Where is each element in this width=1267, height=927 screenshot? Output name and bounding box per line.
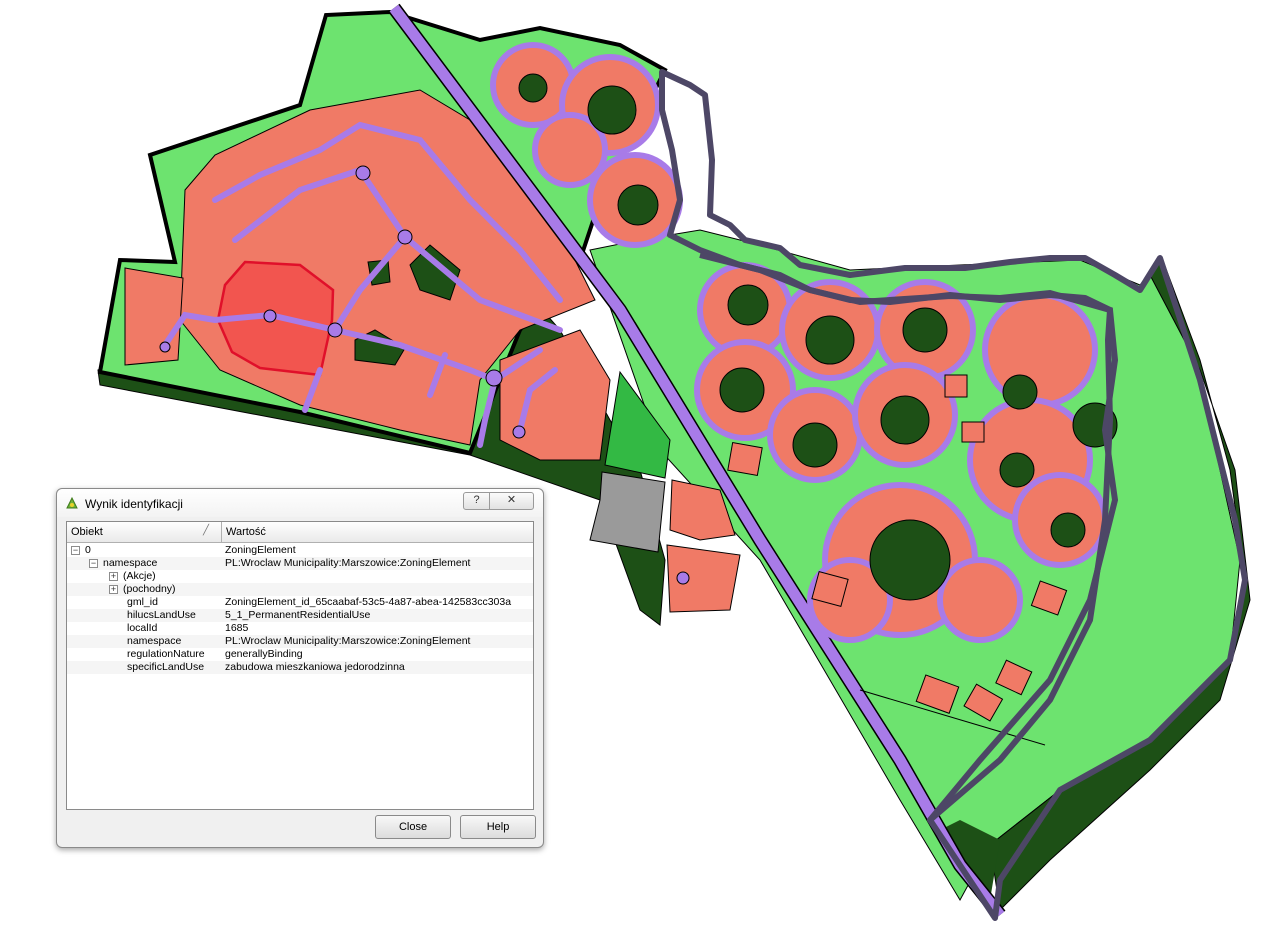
tree-row[interactable]: −0 ZoningElement (67, 544, 533, 557)
tree-row[interactable]: hilucsLandUse 5_1_PermanentResidentialUse (67, 609, 533, 622)
qgis-icon (66, 496, 78, 509)
tree-row[interactable]: specificLandUse zabudowa mieszkaniowa jed… (67, 661, 533, 674)
close-button[interactable]: Close (375, 815, 451, 839)
attribute-name: gml_id (127, 596, 158, 608)
collapse-icon[interactable]: − (71, 546, 80, 555)
attribute-name: specificLandUse (127, 661, 205, 673)
attribute-value: 1685 (225, 622, 249, 634)
column-header-object[interactable]: Obiekt ╱ (67, 522, 222, 542)
attribute-value: PL:Wroclaw Municipality:Marszowice:Zonin… (225, 557, 471, 569)
titlebar-help-button[interactable]: ? (463, 492, 490, 510)
collapse-icon[interactable]: − (89, 559, 98, 568)
titlebar-close-button[interactable]: ✕ (489, 492, 534, 510)
sort-indicator-icon: ╱ (203, 525, 210, 536)
attribute-value: PL:Wroclaw Municipality:Marszowice:Zonin… (225, 635, 471, 647)
tree-row[interactable]: namespace PL:Wroclaw Municipality:Marszow… (67, 635, 533, 648)
attribute-name: localId (127, 622, 158, 634)
attribute-name: 0 (85, 544, 91, 556)
identify-results-dialog[interactable]: Wynik identyfikacji ? ✕ Obiekt ╱ Wartość… (56, 488, 544, 848)
attribute-value: generallyBinding (225, 648, 303, 660)
tree-row[interactable]: + (Akcje) (67, 570, 533, 583)
column-header-value[interactable]: Wartość (222, 522, 533, 542)
attribute-value: ZoningElement (225, 544, 296, 556)
tree-row[interactable]: regulationNature generallyBinding (67, 648, 533, 661)
tree-row[interactable]: localId 1685 (67, 622, 533, 635)
expand-icon[interactable]: + (109, 572, 118, 581)
results-tree[interactable]: Obiekt ╱ Wartość −0 ZoningElement − namespa… (66, 521, 534, 810)
attribute-value: zabudowa mieszkaniowa jedorodzinna (225, 661, 405, 673)
dialog-titlebar[interactable]: Wynik identyfikacji ? ✕ (57, 489, 543, 517)
tree-row[interactable]: + (pochodny) (67, 583, 533, 596)
attribute-value: ZoningElement_id_65caabaf-53c5-4a87-abea… (225, 596, 512, 608)
attribute-name: regulationNature (127, 648, 205, 660)
residential-block-small (124, 267, 184, 366)
paved-area (589, 471, 666, 553)
attribute-name: hilucsLandUse (127, 609, 196, 621)
expand-icon[interactable]: + (109, 585, 118, 594)
road-turnaround (676, 571, 690, 585)
attribute-name: namespace (103, 557, 158, 569)
attribute-name: namespace (127, 635, 182, 647)
dialog-title: Wynik identyfikacji (85, 497, 183, 511)
attribute-name: (Akcje) (123, 570, 156, 582)
tree-header: Obiekt ╱ Wartość (67, 522, 533, 543)
help-button[interactable]: Help (460, 815, 536, 839)
tree-row[interactable]: − namespace PL:Wroclaw Municipality:Marszo… (67, 557, 533, 570)
attribute-value: 5_1_PermanentResidentialUse (225, 609, 371, 621)
tree-row[interactable]: gml_id ZoningElement_id_65caabaf-53c5-4a8… (67, 596, 533, 609)
attribute-name: (pochodny) (123, 583, 176, 595)
